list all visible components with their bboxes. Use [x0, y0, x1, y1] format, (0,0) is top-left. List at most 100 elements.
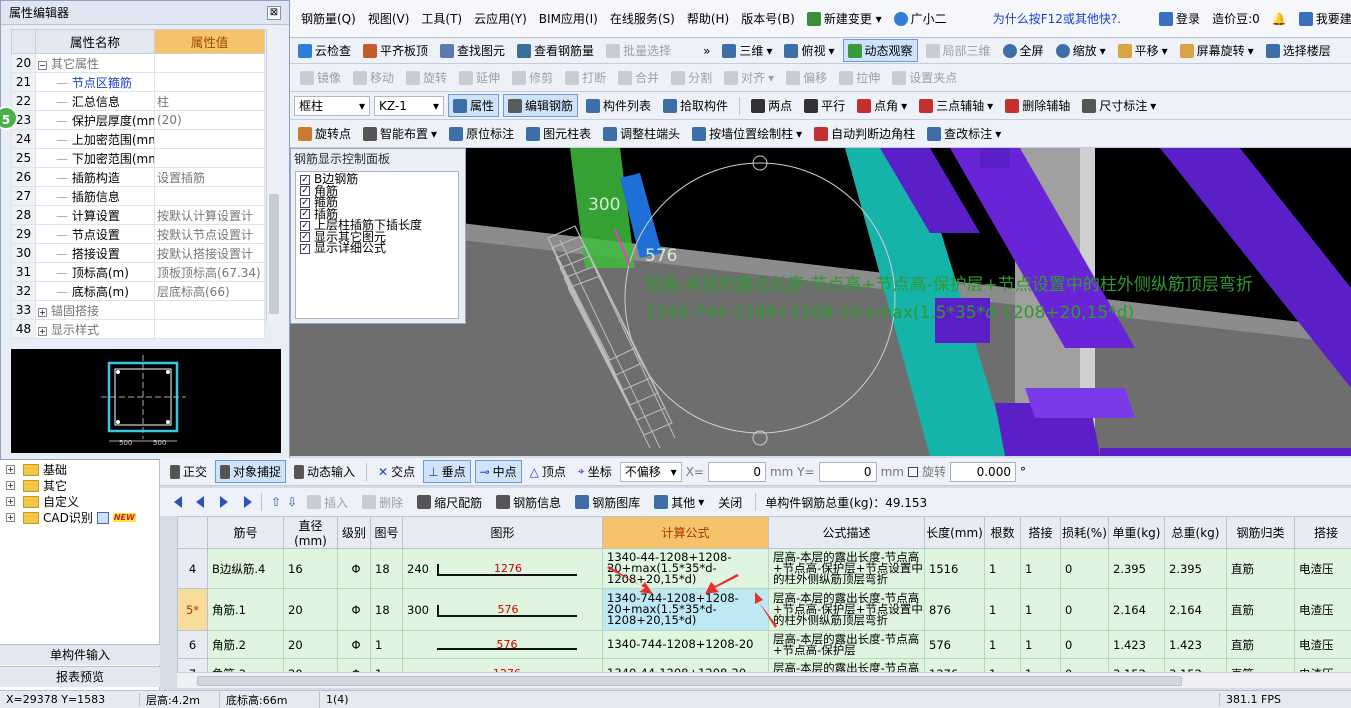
checkbox-show-detailed-formula[interactable]: ✓ 显示详细公式	[300, 242, 454, 255]
perpendicular-button[interactable]: ⊥ 垂点	[423, 460, 471, 483]
split-button[interactable]: 分割	[667, 67, 716, 88]
intersection-button[interactable]: ✕ 交点	[374, 461, 419, 482]
diameter-cell[interactable]: 20	[283, 588, 338, 631]
total-weight-cell[interactable]: 3.152	[1164, 658, 1227, 672]
formula-desc-cell[interactable]: 层高-本层的露出长度-节点高+节点高-保护层	[768, 658, 925, 672]
move-button[interactable]: 移动	[349, 67, 398, 88]
bar-id-cell[interactable]: 角筋.3	[207, 658, 284, 672]
view-3d-button[interactable]: 三维 ▾	[718, 40, 776, 61]
zoom-button[interactable]: 缩放 ▾	[1052, 40, 1110, 61]
unit-weight-cell[interactable]: 1.423	[1108, 630, 1165, 659]
delete-button[interactable]: 删除	[358, 492, 407, 513]
tree-item-foundation[interactable]: + 基础	[6, 461, 67, 478]
batch-select-button[interactable]: 批量选择	[602, 40, 675, 61]
table-row[interactable]: 5* 角筋.1 20 Φ 18 300 576 1340-744-1208+1208-20+m…	[177, 588, 1351, 631]
menu-item-help[interactable]: 帮助(H)	[682, 10, 734, 27]
formula-desc-cell[interactable]: 层高-本层的露出长度-节点高+节点高-保护层+节点设置中的柱外侧纵筋顶层弯折	[768, 548, 925, 589]
menu-item-assistant[interactable]: 广小二	[889, 10, 952, 27]
dimension-button[interactable]: 尺寸标注 ▾	[1078, 95, 1160, 116]
rebar-library-button[interactable]: 钢筋图库	[571, 492, 644, 513]
diameter-cell[interactable]: 20	[283, 630, 338, 659]
scale-rebar-button[interactable]: 缩尺配筋	[413, 492, 486, 513]
properties-button[interactable]: 属性	[448, 94, 500, 117]
draw-by-wall-button[interactable]: 按墙位置绘制柱 ▾	[688, 123, 806, 144]
property-value-cell[interactable]: 层底标高(66)	[154, 281, 265, 301]
property-row[interactable]: 48 + 显示样式	[11, 319, 265, 339]
other-button[interactable]: 其他 ▾	[650, 492, 708, 513]
element-name-select[interactable]: KZ-1 ▾	[374, 95, 444, 116]
prev-record-icon[interactable]	[196, 496, 204, 508]
bell-icon[interactable]: 🔔	[1267, 12, 1292, 26]
property-row[interactable]: 25— 下加密范围(mm)	[11, 148, 265, 168]
property-row[interactable]: 30— 搭接设置 按默认搭接设置计	[11, 243, 265, 263]
property-row[interactable]: 26— 插筋构造 设置插筋	[11, 167, 265, 187]
grade-cell[interactable]: Φ	[337, 630, 371, 659]
bar-id-cell[interactable]: B边纵筋.4	[207, 548, 284, 589]
count-cell[interactable]: 1	[984, 548, 1021, 589]
property-value-cell[interactable]	[154, 186, 265, 206]
dynamic-orbit-button[interactable]: 动态观察	[842, 39, 918, 62]
vertex-button[interactable]: △ 顶点	[526, 461, 570, 482]
login-button[interactable]: 登录	[1154, 10, 1205, 27]
menu-item-bim[interactable]: BIM应用(I)	[534, 10, 603, 27]
length-cell[interactable]: 876	[924, 588, 985, 631]
figure-no-cell[interactable]: 18	[370, 588, 403, 631]
rotate-button[interactable]: 旋转	[402, 67, 451, 88]
property-value-cell[interactable]: 按默认搭接设置计	[154, 243, 265, 263]
table-row[interactable]: 6 角筋.2 20 Φ 1 576 1340-744-1208+1208-20 层高-本层的露…	[177, 630, 1351, 659]
lap-cell[interactable]: 1	[1020, 588, 1061, 631]
connection-cell[interactable]: 电渣压	[1294, 630, 1351, 659]
close-icon[interactable]: ⊠	[267, 5, 281, 20]
connection-cell[interactable]: 电渣压	[1294, 658, 1351, 672]
loss-cell[interactable]: 0	[1060, 548, 1109, 589]
single-element-input-button[interactable]: 单构件输入	[0, 644, 160, 665]
next-record-icon[interactable]	[220, 496, 228, 508]
formula-cell[interactable]: 1340-744-1208+1208-20+max(1.5*35*d-1208+…	[602, 588, 769, 631]
property-row[interactable]: 29— 节点设置 按默认节点设置计	[11, 224, 265, 244]
expand-icon[interactable]: +	[38, 326, 47, 336]
align-button[interactable]: 对齐 ▾	[720, 67, 778, 88]
property-value-cell[interactable]	[154, 300, 265, 320]
connection-cell[interactable]: 电渣压	[1294, 548, 1351, 589]
loss-cell[interactable]: 0	[1060, 658, 1109, 672]
dynamic-input-button[interactable]: 动态输入	[290, 461, 359, 482]
row-number-cell[interactable]: 5*	[177, 588, 208, 631]
set-grip-button[interactable]: 设置夹点	[888, 67, 961, 88]
property-value-cell[interactable]: (20)	[154, 110, 265, 130]
menu-item-version[interactable]: 版本号(B)	[736, 10, 800, 27]
rebar-info-button[interactable]: 钢筋信息	[492, 492, 565, 513]
property-row[interactable]: 27— 插筋信息	[11, 186, 265, 206]
length-cell[interactable]: 1276	[924, 658, 985, 672]
property-editor-titlebar[interactable]: 属性编辑器 ⊠	[1, 1, 289, 25]
three-point-axis-button[interactable]: 三点辅轴 ▾	[915, 95, 997, 116]
overflow-chevron-icon[interactable]: »	[699, 42, 714, 60]
move-up-icon[interactable]: ⇧	[271, 495, 281, 509]
grade-cell[interactable]: Φ	[337, 548, 371, 589]
screen-rotate-button[interactable]: 屏幕旋转 ▾	[1176, 40, 1258, 61]
bar-id-cell[interactable]: 角筋.2	[207, 630, 284, 659]
figure-no-cell[interactable]: 1	[370, 630, 403, 659]
collapse-icon[interactable]: −	[38, 60, 47, 70]
table-row[interactable]: 7角筋.320Φ112761340-44-1208+1208-20层高-本层的露…	[177, 658, 1351, 672]
adjust-column-end-button[interactable]: 调整柱端头	[599, 123, 684, 144]
tree-item-custom[interactable]: + 自定义	[6, 493, 79, 510]
lap-cell[interactable]: 1	[1020, 630, 1061, 659]
scroll-thumb[interactable]	[197, 676, 1182, 686]
table-row[interactable]: 4 B边纵筋.4 16 Φ 18 240 1276 1340-44-1208+1208-20+…	[177, 548, 1351, 589]
property-value-cell[interactable]: 设置插筋	[154, 167, 265, 187]
property-value-cell[interactable]	[154, 129, 265, 149]
formula-desc-cell[interactable]: 层高-本层的露出长度-节点高+节点高-保护层	[768, 630, 925, 659]
property-row[interactable]: 24— 上加密范围(mm)	[11, 129, 265, 149]
tree-item-cad[interactable]: + CAD识别 NEW	[6, 509, 136, 526]
bar-id-cell[interactable]: 角筋.1	[207, 588, 284, 631]
pan-button[interactable]: 平移 ▾	[1114, 40, 1172, 61]
unit-weight-cell[interactable]: 2.164	[1108, 588, 1165, 631]
close-grid-button[interactable]: 关闭	[714, 492, 746, 513]
property-scrollbar[interactable]	[266, 29, 280, 321]
offset-select[interactable]: 不偏移 ▾	[619, 461, 682, 482]
move-down-icon[interactable]: ⇩	[287, 495, 297, 509]
lap-cell[interactable]: 1	[1020, 548, 1061, 589]
merge-button[interactable]: 合并	[614, 67, 663, 88]
element-type-select[interactable]: 框柱 ▾	[294, 95, 370, 116]
view-rebar-qty-button[interactable]: 查看钢筋量	[513, 40, 598, 61]
